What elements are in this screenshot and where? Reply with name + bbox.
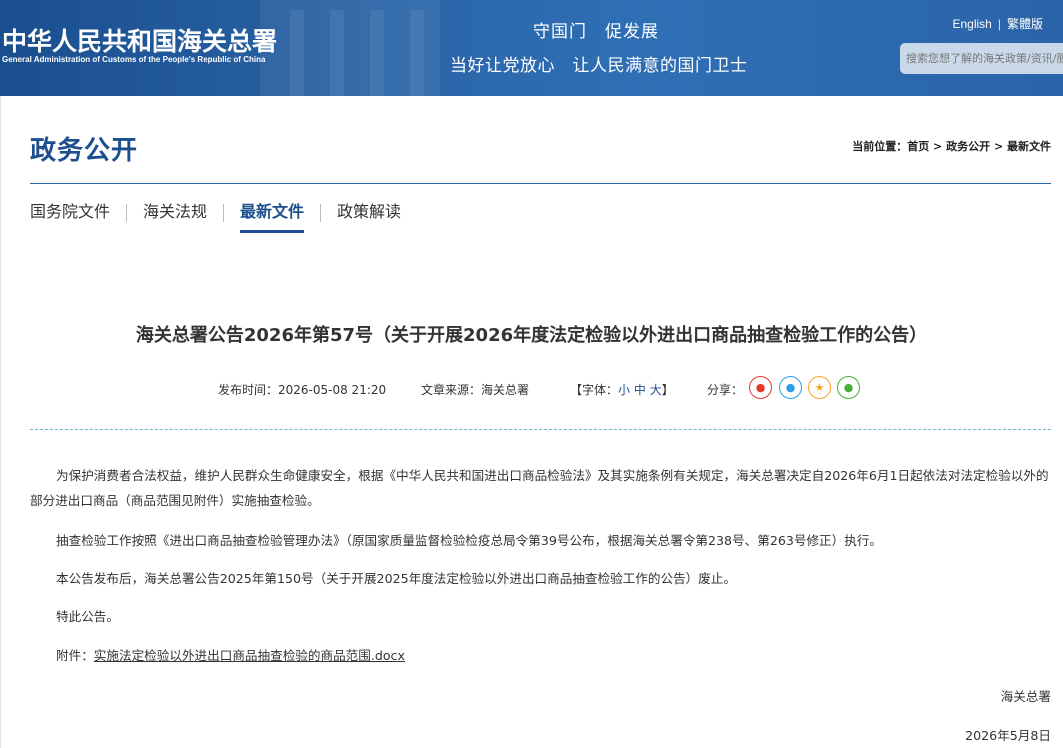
tab-divider (320, 204, 322, 222)
tab-latest-docs[interactable]: 最新文件 (224, 201, 320, 233)
section-divider (30, 183, 1051, 184)
body-paragraph: 抽查检验工作按照《进出口商品抽查检验管理办法》（原国家质量监督检验检疫总局令第3… (56, 533, 883, 548)
lang-separator: | (997, 17, 1001, 31)
article-source: 文章来源：海关总署 (421, 383, 530, 397)
font-size-label-close: 】 (661, 383, 674, 397)
font-size-label-open: 【字体： (570, 383, 619, 397)
breadcrumb-separator: > (990, 140, 1007, 153)
signature-date: 2026年5月8日 (965, 728, 1051, 743)
slogan-line-2: 当好让党放心 让人民满意的国门卫士 (450, 56, 748, 76)
banner-column-decoration (330, 10, 344, 96)
signature-organization: 海关总署 (1000, 689, 1051, 704)
lang-traditional-link[interactable]: 繁體版 (1007, 17, 1043, 31)
breadcrumb-latest-docs[interactable]: 最新文件 (1007, 140, 1051, 153)
breadcrumb-separator: > (929, 140, 947, 153)
site-logo-english: General Administration of Customs of the… (2, 55, 266, 64)
banner-column-decoration (410, 10, 424, 96)
section-title: 政务公开 (30, 136, 139, 166)
qzone-icon[interactable]: ★ (808, 376, 831, 399)
attachment-label: 附件： (56, 648, 94, 663)
breadcrumb-home[interactable]: 首页 (907, 140, 929, 153)
slogan-line-1: 守国门 促发展 (533, 22, 659, 42)
page-left-border (0, 96, 1, 748)
font-size-small-button[interactable]: 小 (618, 383, 630, 397)
body-paragraph: 特此公告。 (56, 609, 119, 624)
weibo-icon[interactable]: ● (749, 376, 772, 399)
language-switcher: English | 繁體版 (953, 15, 1044, 32)
tab-divider (126, 204, 128, 222)
font-size-control: 【字体：小 中 大】 (570, 381, 674, 398)
tab-policy-interpretation[interactable]: 政策解读 (337, 201, 401, 233)
body-paragraph: 为保护消费者合法权益，维护人民群众生命健康安全，根据《中华人民共和国进出口商品检… (30, 468, 1049, 508)
wechat-icon[interactable]: ● (837, 376, 860, 399)
font-size-large-button[interactable]: 大 (650, 383, 662, 397)
tab-bar: 国务院文件 海关法规 最新文件 政策解读 (30, 201, 401, 237)
article-title: 海关总署公告2026年第57号（关于开展2026年度法定检验以外进出口商品抽查检… (135, 325, 928, 346)
share-label: 分享： (707, 383, 744, 397)
breadcrumb-prefix: 当前位置： (852, 140, 908, 153)
meta-divider-dotted (30, 429, 1051, 430)
attachment-line: 附件：实施法定检验以外进出口商品抽查检验的商品范围.docx (30, 643, 1051, 668)
publish-time: 发布时间：2026-05-08 21:20 (218, 383, 387, 397)
font-size-medium-button[interactable]: 中 (634, 383, 646, 397)
lang-english-link[interactable]: English (953, 17, 992, 31)
tab-state-council-docs[interactable]: 国务院文件 (30, 201, 110, 233)
search-input[interactable] (900, 43, 1063, 74)
banner-column-decoration (290, 10, 304, 96)
body-paragraph: 本公告发布后，海关总署公告2025年第150号（关于开展2025年度法定检验以外… (56, 571, 737, 586)
tab-customs-regulations[interactable]: 海关法规 (143, 201, 207, 233)
breadcrumb: 当前位置：首页 > 政务公开 > 最新文件 (852, 138, 1051, 154)
banner-column-decoration (370, 10, 384, 96)
site-logo-text[interactable]: 中华人民共和国海关总署 (2, 22, 277, 58)
article-meta: 发布时间：2026-05-08 21:20 文章来源：海关总署 【字体：小 中 … (0, 379, 1063, 399)
site-banner: 中华人民共和国海关总署 General Administration of Cu… (0, 0, 1063, 96)
breadcrumb-gov-open[interactable]: 政务公开 (946, 140, 990, 153)
qq-icon[interactable]: ● (779, 376, 802, 399)
attachment-download-link[interactable]: 实施法定检验以外进出口商品抽查检验的商品范围.docx (94, 648, 405, 663)
